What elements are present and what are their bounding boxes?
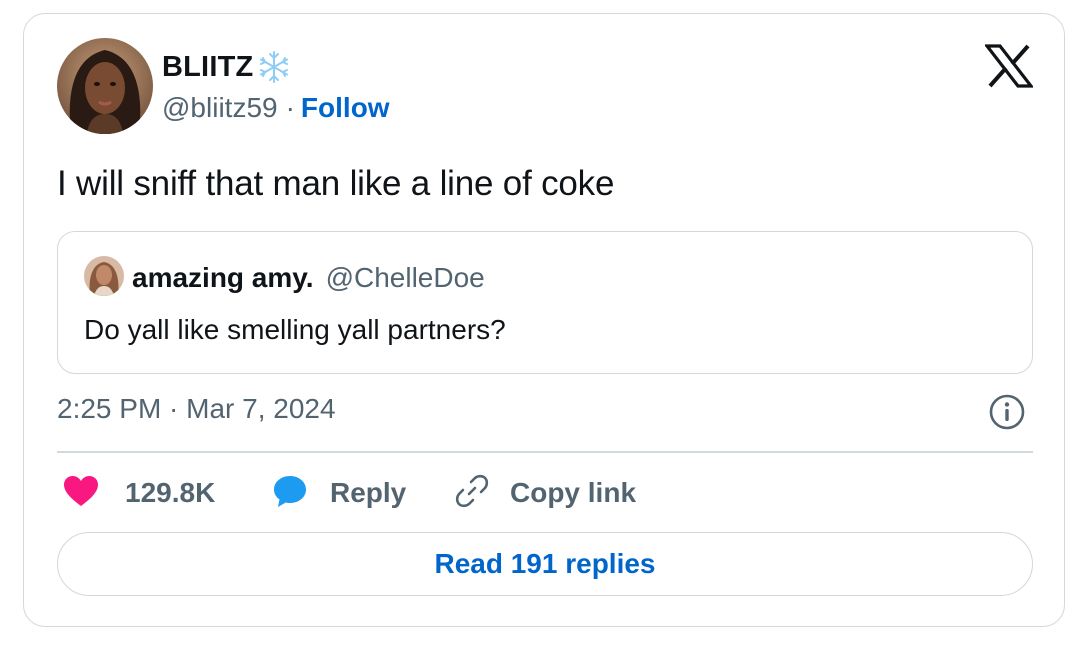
copy-link-label: Copy link: [510, 477, 637, 508]
like-button[interactable]: 129.8K: [63, 470, 215, 516]
x-logo-icon[interactable]: [983, 44, 1035, 88]
reply-label: Reply: [330, 477, 407, 508]
separator-dot: ·: [285, 92, 295, 123]
action-bar: 129.8K Reply Copy link: [57, 470, 1033, 516]
quoted-tweet[interactable]: amazing amy. @ChelleDoe Do yall like sme…: [57, 231, 1033, 374]
snowflake-icon: [257, 50, 291, 84]
read-replies-button[interactable]: Read 191 replies: [57, 532, 1033, 596]
author-handle-row: @bliitz59 · Follow: [162, 92, 390, 124]
speech-bubble-icon: [272, 473, 308, 514]
link-icon: [454, 473, 490, 514]
quoted-tweet-text: Do yall like smelling yall partners?: [84, 314, 506, 345]
quoted-author-row: amazing amy. @ChelleDoe: [132, 262, 485, 294]
tweet-timestamp[interactable]: 2:25 PM · Mar 7, 2024: [57, 393, 336, 425]
like-count: 129.8K: [125, 477, 216, 508]
divider: [57, 451, 1033, 453]
reply-button[interactable]: Reply: [272, 470, 406, 516]
tweet-text: I will sniff that man like a line of cok…: [57, 164, 615, 203]
quoted-author-handle: @ChelleDoe: [325, 262, 485, 293]
heart-icon: [63, 475, 99, 512]
author-name[interactable]: BLIITZ: [162, 51, 253, 84]
author-avatar[interactable]: [57, 38, 153, 134]
quoted-author-name: amazing amy.: [132, 262, 314, 293]
follow-button[interactable]: Follow: [301, 92, 390, 124]
info-icon[interactable]: [988, 393, 1026, 431]
author-handle[interactable]: @bliitz59: [162, 92, 278, 124]
copy-link-button[interactable]: Copy link: [454, 470, 636, 516]
quoted-author-avatar[interactable]: [84, 256, 124, 296]
author-name-row: BLIITZ: [162, 50, 291, 84]
